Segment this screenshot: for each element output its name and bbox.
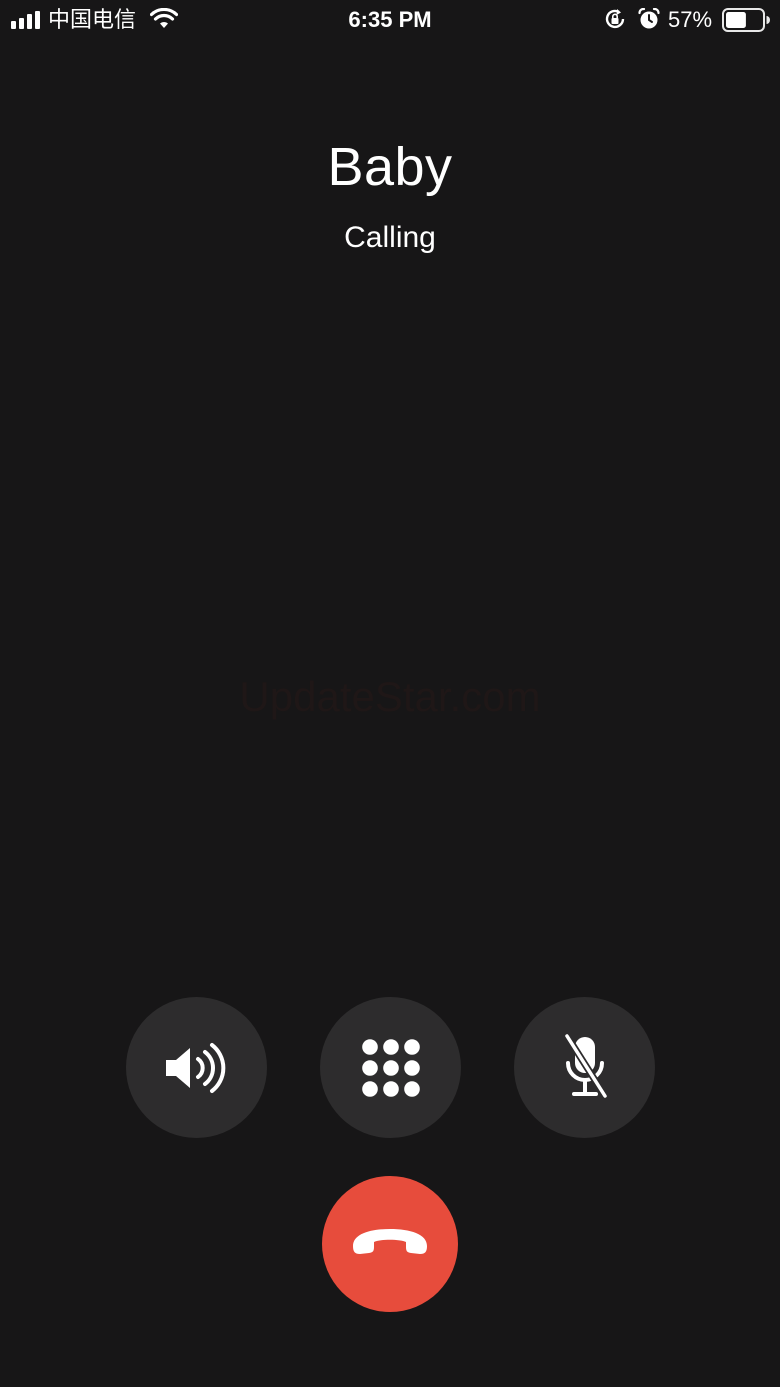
call-status: Calling bbox=[344, 221, 436, 254]
status-bar: 中国电信 6:35 PM 57% bbox=[0, 0, 780, 40]
rotation-lock-icon bbox=[605, 9, 625, 29]
end-call-button[interactable] bbox=[322, 1176, 458, 1312]
call-screen: 中国电信 6:35 PM 57% Baby Calling UpdateStar… bbox=[0, 0, 780, 1387]
microphone-muted-icon bbox=[563, 1033, 608, 1098]
phone-hangup-icon bbox=[353, 1229, 427, 1254]
caller-name: Baby bbox=[327, 137, 453, 197]
battery-percent: 57% bbox=[668, 7, 713, 32]
battery-icon bbox=[722, 8, 770, 32]
speaker-icon bbox=[165, 1042, 225, 1093]
watermark: UpdateStar.com bbox=[239, 673, 541, 720]
keypad-button[interactable] bbox=[320, 997, 461, 1138]
alarm-icon bbox=[638, 8, 660, 29]
keypad-icon bbox=[361, 1038, 420, 1097]
mute-button[interactable] bbox=[514, 997, 655, 1138]
status-time: 6:35 PM bbox=[348, 7, 432, 32]
speaker-button[interactable] bbox=[126, 997, 267, 1138]
